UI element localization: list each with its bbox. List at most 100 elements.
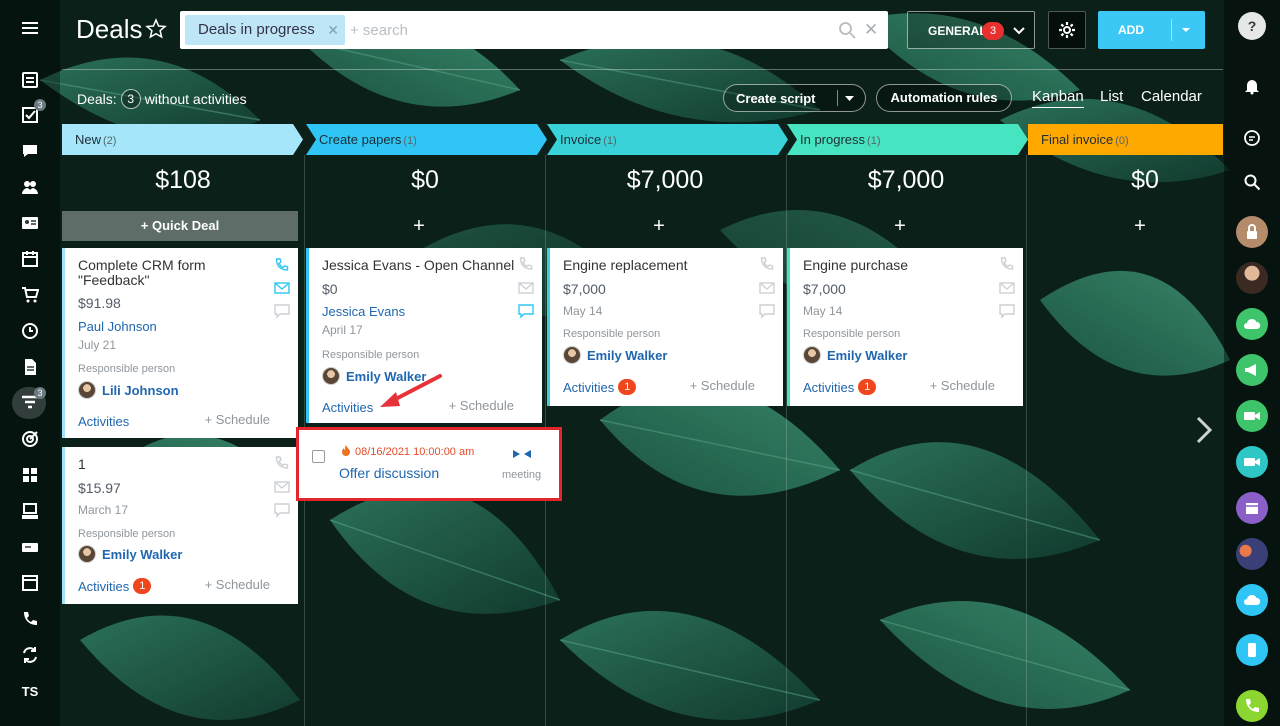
- create-script-button[interactable]: Create script: [723, 84, 866, 112]
- deals-without-activities[interactable]: Deals: 3 without activities: [77, 89, 247, 109]
- favorite-star-icon[interactable]: [145, 18, 167, 40]
- clock-icon[interactable]: [14, 317, 46, 345]
- email-icon[interactable]: [274, 479, 290, 495]
- search-input[interactable]: [350, 19, 810, 41]
- email-icon[interactable]: [274, 280, 290, 296]
- window-icon[interactable]: [14, 569, 46, 597]
- calendar-button[interactable]: [1236, 492, 1268, 524]
- deals-count-badge[interactable]: 3: [120, 89, 141, 109]
- column-header-new[interactable]: New (2): [62, 124, 302, 155]
- inbox-icon[interactable]: [14, 497, 46, 525]
- shop-icon[interactable]: [14, 281, 46, 309]
- responsible-person[interactable]: Emily Walker: [563, 346, 667, 364]
- deal-card[interactable]: Engine purchase $7,000 May 14 Responsibl…: [787, 248, 1023, 406]
- chat-icon[interactable]: [274, 303, 290, 319]
- deal-title[interactable]: Jessica Evans - Open Channel: [322, 258, 517, 273]
- view-tab-kanban[interactable]: Kanban: [1032, 88, 1084, 108]
- schedule-link[interactable]: + Schedule: [449, 398, 514, 413]
- chevron-right-icon[interactable]: [1188, 410, 1220, 450]
- create-script-caret-icon[interactable]: [845, 95, 854, 102]
- contacts-icon[interactable]: [14, 209, 46, 237]
- chat-icon[interactable]: [759, 303, 775, 319]
- deal-card[interactable]: Engine replacement $7,000 May 14 Respons…: [547, 248, 783, 406]
- document-icon[interactable]: [14, 353, 46, 381]
- phone-icon[interactable]: [274, 258, 290, 274]
- help-button[interactable]: ?: [1238, 12, 1266, 40]
- groups-icon[interactable]: [14, 173, 46, 201]
- responsible-person[interactable]: Lili Johnson: [78, 381, 179, 399]
- schedule-link[interactable]: + Schedule: [205, 577, 270, 592]
- deal-title[interactable]: 1: [78, 457, 263, 472]
- chat-icon[interactable]: [274, 502, 290, 518]
- phone-icon[interactable]: [274, 456, 290, 472]
- filter-chip-remove-icon[interactable]: ✕: [327, 22, 339, 39]
- add-deal-invoice[interactable]: +: [541, 212, 777, 240]
- feed-icon[interactable]: [14, 66, 46, 94]
- search-bar[interactable]: Deals in progress ✕ ✕: [180, 11, 888, 49]
- phone-icon[interactable]: [999, 257, 1015, 273]
- megaphone-button[interactable]: [1236, 354, 1268, 386]
- email-icon[interactable]: [759, 280, 775, 296]
- chat-icon[interactable]: [518, 303, 534, 319]
- chat-icon[interactable]: [999, 303, 1015, 319]
- deal-client[interactable]: Paul Johnson: [78, 319, 157, 334]
- tasks-icon[interactable]: 3: [14, 99, 46, 129]
- email-icon[interactable]: [999, 280, 1015, 296]
- deal-title[interactable]: Engine replacement: [563, 258, 748, 273]
- schedule-link[interactable]: + Schedule: [205, 412, 270, 427]
- deal-title[interactable]: Engine purchase: [803, 258, 988, 273]
- activity-complete-checkbox[interactable]: [312, 450, 325, 463]
- automation-rules-button[interactable]: Automation rules: [876, 84, 1012, 112]
- add-deal-in-progress[interactable]: +: [782, 212, 1018, 240]
- schedule-link[interactable]: + Schedule: [930, 378, 995, 393]
- view-tab-list[interactable]: List: [1100, 88, 1123, 105]
- target-icon[interactable]: [14, 425, 46, 453]
- crm-filter-icon[interactable]: 3: [12, 387, 46, 419]
- search-icon[interactable]: [838, 21, 856, 39]
- activities-link[interactable]: Activities 1: [78, 578, 152, 594]
- responsible-person[interactable]: Emily Walker: [78, 545, 182, 563]
- search-clear-icon[interactable]: ✕: [864, 20, 878, 40]
- menu-icon[interactable]: [14, 14, 46, 42]
- activities-link[interactable]: Activities 1: [563, 379, 637, 395]
- schedule-link[interactable]: + Schedule: [690, 378, 755, 393]
- deal-card[interactable]: 1 $15.97 March 17 Responsible person Emi…: [62, 447, 298, 604]
- drive-icon[interactable]: [14, 533, 46, 561]
- sync-icon[interactable]: [14, 641, 46, 669]
- filter-chip[interactable]: Deals in progress ✕: [185, 15, 345, 45]
- add-button[interactable]: ADD: [1098, 11, 1205, 49]
- notifications-button[interactable]: [1236, 70, 1268, 102]
- column-header-invoice[interactable]: Invoice (1): [547, 124, 787, 155]
- cloud-sync-button[interactable]: [1236, 584, 1268, 616]
- column-header-in-progress[interactable]: In progress (1): [787, 124, 1027, 155]
- call-button[interactable]: [1236, 690, 1268, 722]
- calendar-icon[interactable]: [14, 245, 46, 273]
- general-button[interactable]: GENERAL 3: [907, 11, 1035, 49]
- add-deal-final-invoice[interactable]: +: [1022, 212, 1258, 240]
- deal-card[interactable]: Complete CRM form "Feedback" $91.98 Paul…: [62, 248, 298, 438]
- view-tab-calendar[interactable]: Calendar: [1141, 88, 1202, 105]
- group-chat-avatar[interactable]: [1236, 538, 1268, 570]
- settings-button[interactable]: [1048, 11, 1086, 49]
- apps-icon[interactable]: [14, 461, 46, 489]
- deal-title[interactable]: Complete CRM form "Feedback": [78, 258, 263, 288]
- video-call-button[interactable]: [1236, 400, 1268, 432]
- cloud-button[interactable]: [1236, 308, 1268, 340]
- email-icon[interactable]: [518, 280, 534, 296]
- deal-client[interactable]: Jessica Evans: [322, 304, 405, 319]
- mobile-button[interactable]: [1236, 634, 1268, 666]
- activity-title[interactable]: Offer discussion: [339, 465, 439, 481]
- phone-icon[interactable]: [759, 257, 775, 273]
- chat-icon[interactable]: [14, 137, 46, 165]
- activities-link[interactable]: Activities: [78, 414, 129, 429]
- ts-item[interactable]: TS: [14, 677, 46, 705]
- quick-deal-button[interactable]: + Quick Deal: [62, 211, 298, 241]
- user-avatar[interactable]: [1236, 262, 1268, 294]
- column-header-final-invoice[interactable]: Final invoice (0): [1028, 124, 1223, 155]
- phone-icon[interactable]: [518, 257, 534, 273]
- activity-popup[interactable]: 08/16/2021 10:00:00 am Offer discussion …: [296, 427, 562, 501]
- add-dropdown-caret-icon[interactable]: [1181, 26, 1191, 34]
- video-conference-button[interactable]: [1236, 446, 1268, 478]
- responsible-person[interactable]: Emily Walker: [803, 346, 907, 364]
- phone-icon[interactable]: [14, 605, 46, 633]
